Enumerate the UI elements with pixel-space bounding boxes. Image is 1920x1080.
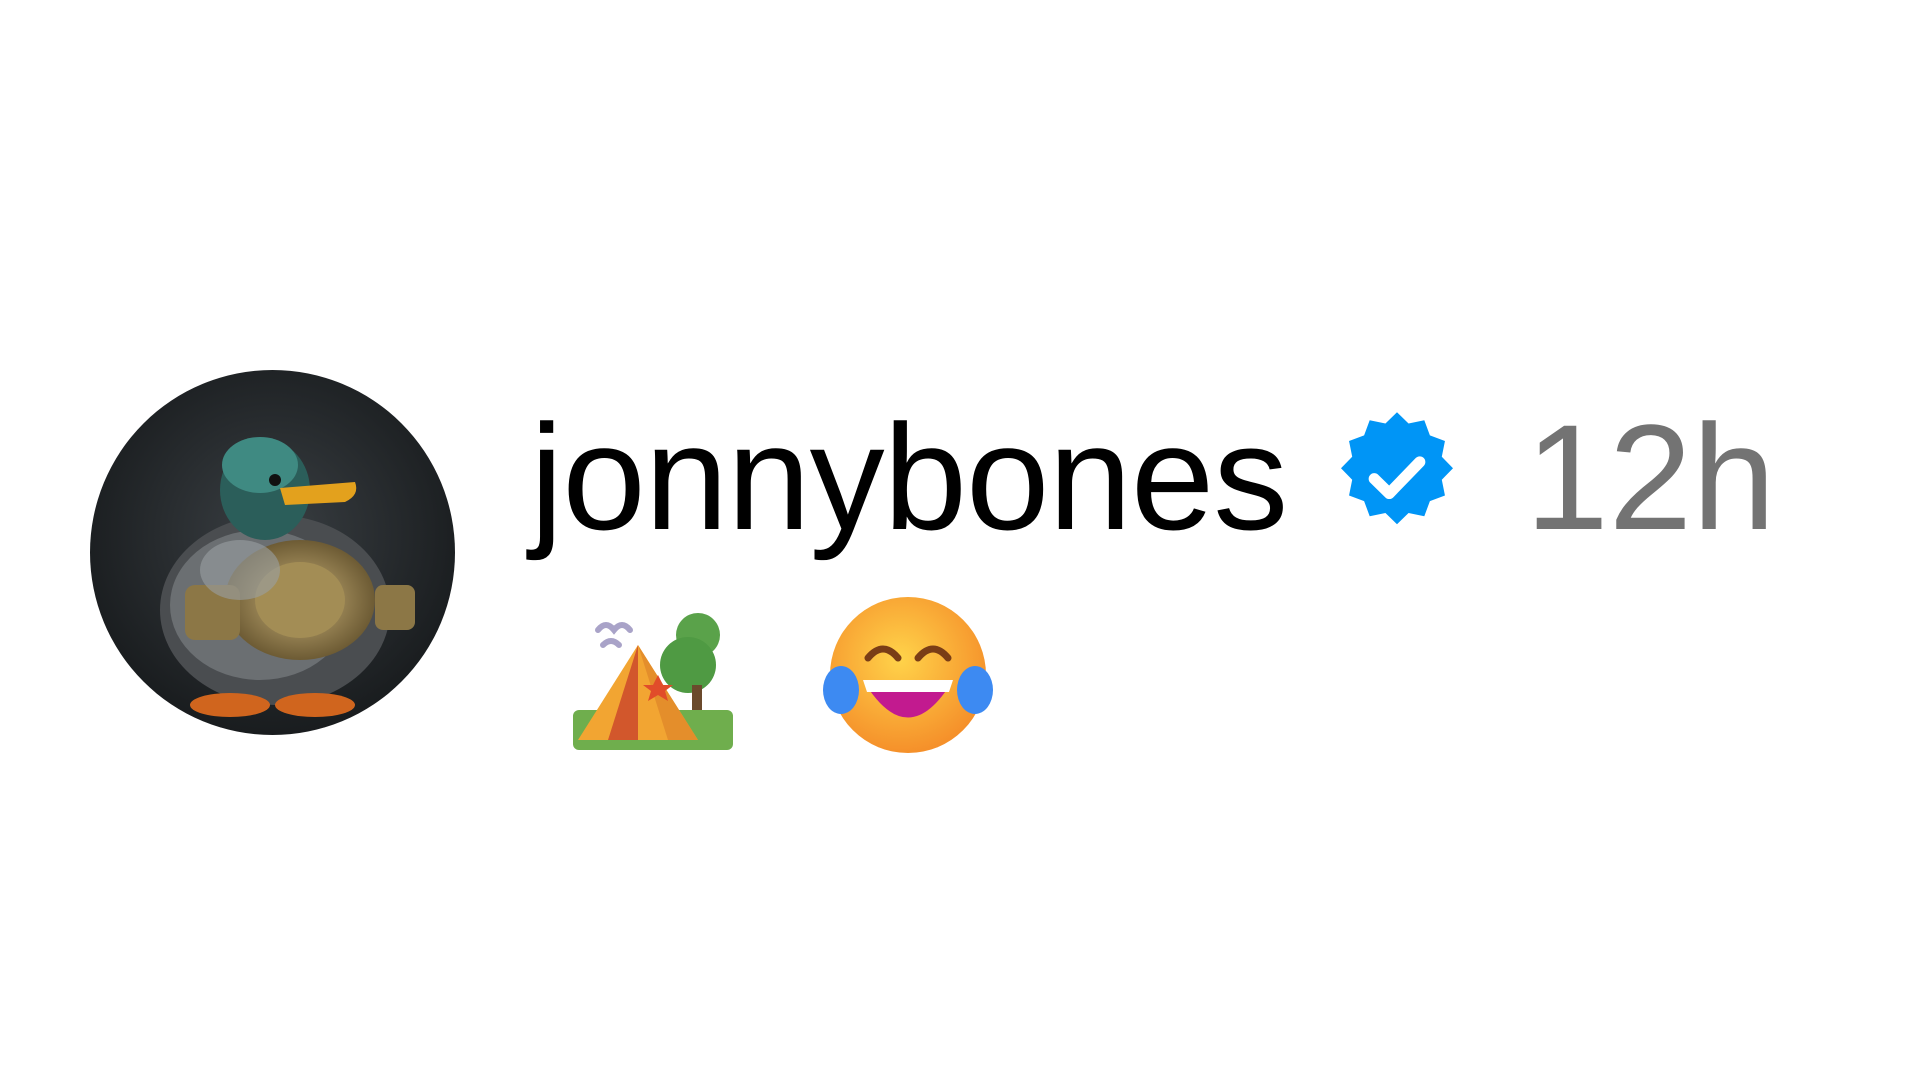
username-link[interactable]: jonnybones: [530, 402, 1288, 552]
timestamp[interactable]: 12h: [1525, 402, 1775, 552]
comment-text: [568, 590, 993, 760]
avatar[interactable]: [90, 370, 455, 735]
comment-header: jonnybones 12h: [530, 392, 1776, 562]
camping-tent-emoji-icon: [568, 590, 738, 760]
duck-avatar-image: [90, 370, 455, 735]
face-with-tears-of-joy-emoji-icon: [823, 590, 993, 760]
verified-badge-icon: [1327, 407, 1467, 547]
comment-item: jonnybones 12h: [0, 0, 1920, 1080]
